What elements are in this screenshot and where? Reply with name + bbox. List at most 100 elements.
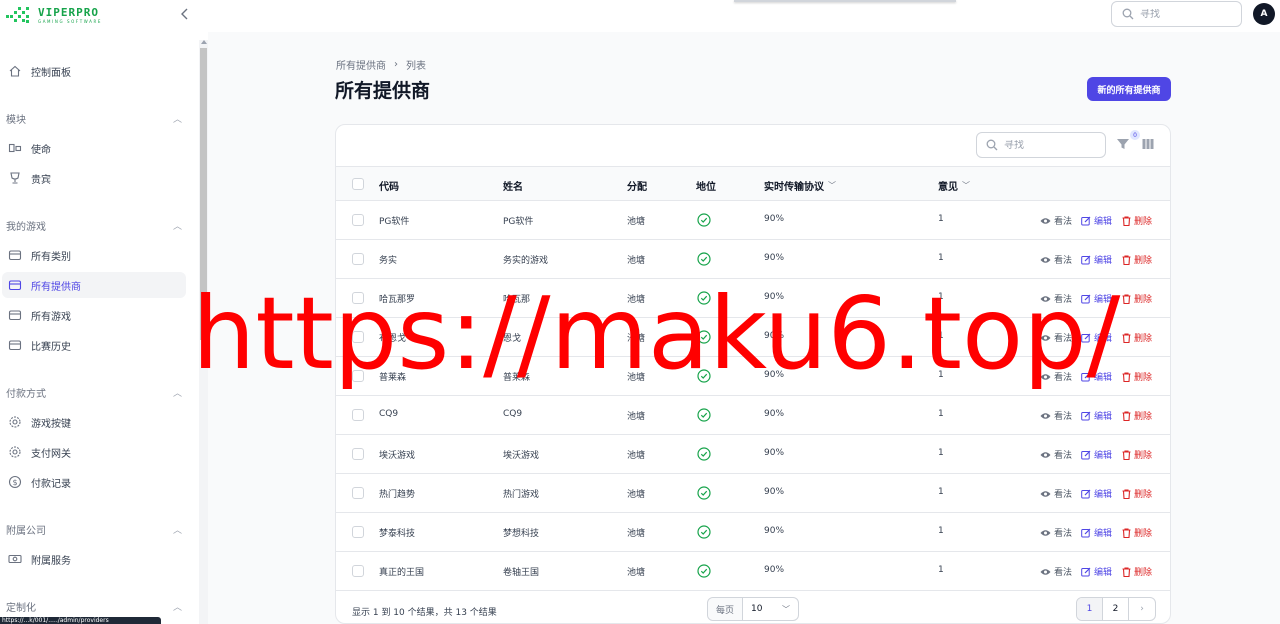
delete-action[interactable]: 删除 [1122, 526, 1152, 539]
column-header-rtp[interactable]: 实时传输协议 ﹀ [764, 178, 836, 193]
row-checkbox[interactable] [352, 409, 364, 421]
columns-icon[interactable] [1142, 138, 1154, 150]
view-action[interactable]: 看法 [1040, 487, 1072, 500]
cell-views: 1 [938, 448, 944, 458]
view-action[interactable]: 看法 [1040, 370, 1072, 383]
table-row: CQ9 CQ9 池塘 90% 1 看法 编辑 删除 [336, 396, 1170, 435]
edit-action[interactable]: 编辑 [1081, 448, 1112, 461]
sidebar-group-modules[interactable]: 模块 ︿ [6, 111, 182, 126]
filter-count-badge: 0 [1130, 130, 1140, 140]
sidebar-group-customization[interactable]: 定制化 ︿ [6, 599, 182, 614]
row-checkbox[interactable] [352, 214, 364, 226]
row-checkbox[interactable] [352, 331, 364, 343]
view-action[interactable]: 看法 [1040, 331, 1072, 344]
edit-icon [1081, 333, 1091, 342]
delete-action[interactable]: 删除 [1122, 214, 1152, 227]
scrollbar-thumb[interactable] [200, 48, 207, 340]
sidebar-group-affiliates[interactable]: 附属公司 ︿ [6, 522, 182, 537]
sidebar-item-all-categories[interactable]: 所有类别 [2, 242, 186, 268]
sort-chevron-down-icon[interactable]: ﹀ [962, 180, 970, 191]
sidebar-group-payments[interactable]: 付款方式 ︿ [6, 385, 182, 400]
row-checkbox[interactable] [352, 370, 364, 382]
edit-label: 编辑 [1094, 490, 1113, 500]
table-footer: 显示 1 到 10 个结果，共 13 个结果 每页 10 ﹀ 1 2 › [336, 592, 1170, 624]
column-header-status[interactable]: 地位 [696, 178, 716, 193]
per-page-select[interactable]: 每页 10 ﹀ [707, 597, 799, 621]
column-header-code[interactable]: 代码 [379, 178, 399, 193]
sidebar-item-affiliate-services[interactable]: 附属服务 [2, 546, 186, 572]
column-label: 地位 [696, 182, 716, 193]
row-checkbox[interactable] [352, 448, 364, 460]
select-all-checkbox[interactable] [352, 178, 364, 190]
sidebar-item-vip[interactable]: 贵宾 [2, 165, 186, 191]
delete-action[interactable]: 删除 [1122, 487, 1152, 500]
sidebar-scrollbar[interactable] [199, 40, 208, 624]
page-button-2[interactable]: 2 [1103, 598, 1129, 620]
edit-action[interactable]: 编辑 [1081, 331, 1112, 344]
avatar[interactable]: A [1253, 3, 1275, 25]
trash-icon [1122, 293, 1131, 304]
sidebar-item-payment-gateway[interactable]: 支付网关 [2, 439, 186, 465]
delete-action[interactable]: 删除 [1122, 253, 1152, 266]
edit-action[interactable]: 编辑 [1081, 370, 1112, 383]
edit-label: 编辑 [1094, 217, 1113, 227]
edit-action[interactable]: 编辑 [1081, 565, 1112, 578]
brand-logo[interactable]: VIPERPRO GAMING SOFTWARE [6, 6, 102, 24]
global-search-input[interactable] [1140, 8, 1230, 20]
delete-action[interactable]: 删除 [1122, 331, 1152, 344]
view-action[interactable]: 看法 [1040, 214, 1072, 227]
edit-action[interactable]: 编辑 [1081, 487, 1112, 500]
view-action[interactable]: 看法 [1040, 565, 1072, 578]
global-search[interactable] [1111, 1, 1242, 27]
row-checkbox[interactable] [352, 487, 364, 499]
sidebar-item-all-games[interactable]: 所有游戏 [2, 302, 186, 328]
view-action[interactable]: 看法 [1040, 526, 1072, 539]
next-page-chevron-right-icon[interactable]: › [1129, 598, 1155, 620]
logo-icon [6, 6, 32, 24]
table-search-input[interactable] [1004, 139, 1094, 151]
delete-action[interactable]: 删除 [1122, 292, 1152, 305]
sidebar-item-match-history[interactable]: 比赛历史 [2, 332, 186, 358]
edit-action[interactable]: 编辑 [1081, 253, 1112, 266]
new-provider-button[interactable]: 新的所有提供商 [1087, 77, 1171, 101]
edit-action[interactable]: 编辑 [1081, 409, 1112, 422]
sidebar-item-all-providers[interactable]: 所有提供商 [2, 272, 186, 298]
sidebar-item-payment-records[interactable]: $ 付款记录 [2, 469, 186, 495]
edit-action[interactable]: 编辑 [1081, 214, 1112, 227]
column-header-views[interactable]: 意见 ﹀ [938, 178, 970, 193]
delete-action[interactable]: 删除 [1122, 409, 1152, 422]
sidebar-group-my-games[interactable]: 我的游戏 ︿ [6, 218, 182, 233]
view-action[interactable]: 看法 [1040, 253, 1072, 266]
row-checkbox[interactable] [352, 526, 364, 538]
row-checkbox[interactable] [352, 565, 364, 577]
scroll-up-arrow-icon[interactable] [201, 40, 207, 44]
sidebar-item-missions[interactable]: 使命 [2, 135, 186, 161]
view-action[interactable]: 看法 [1040, 448, 1072, 461]
chevron-up-icon: ︿ [172, 114, 182, 125]
gear-icon [8, 445, 22, 459]
cell-distribution: 池塘 [627, 529, 646, 539]
column-header-distribution[interactable]: 分配 [627, 178, 647, 193]
sidebar-group-label: 定制化 [6, 602, 36, 614]
row-checkbox[interactable] [352, 253, 364, 265]
row-checkbox[interactable] [352, 292, 364, 304]
page-button-1[interactable]: 1 [1077, 598, 1103, 620]
delete-action[interactable]: 删除 [1122, 370, 1152, 383]
cell-distribution: 池塘 [627, 568, 646, 578]
view-action[interactable]: 看法 [1040, 292, 1072, 305]
edit-icon [1081, 372, 1091, 381]
delete-action[interactable]: 删除 [1122, 565, 1152, 578]
filter-icon[interactable] [1116, 137, 1130, 151]
column-header-name[interactable]: 姓名 [503, 178, 523, 193]
collapse-sidebar-chevron-left-icon[interactable] [178, 6, 192, 22]
table-row: 热门趋势 热门游戏 池塘 90% 1 看法 编辑 删除 [336, 474, 1170, 513]
breadcrumb-item[interactable]: 所有提供商 [336, 57, 386, 72]
edit-action[interactable]: 编辑 [1081, 292, 1112, 305]
delete-action[interactable]: 删除 [1122, 448, 1152, 461]
edit-action[interactable]: 编辑 [1081, 526, 1112, 539]
table-search[interactable] [976, 132, 1106, 158]
sidebar-item-game-keys[interactable]: 游戏按键 [2, 409, 186, 435]
sidebar-item-dashboard[interactable]: 控制面板 [2, 58, 186, 84]
view-action[interactable]: 看法 [1040, 409, 1072, 422]
sort-chevron-down-icon[interactable]: ﹀ [828, 180, 836, 191]
